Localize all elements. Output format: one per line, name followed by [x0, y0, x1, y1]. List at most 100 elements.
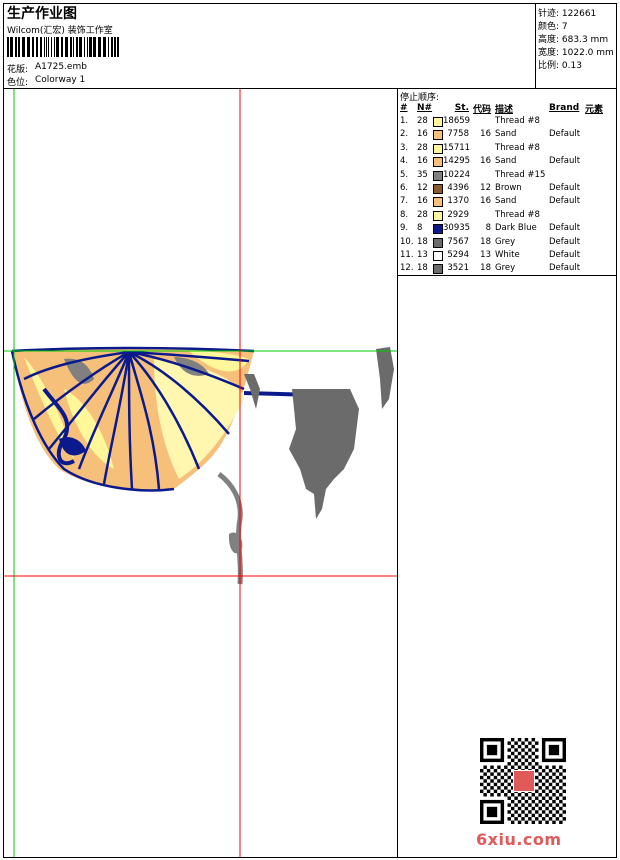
thread-table-header: # N# St. 代码 描述 Brand 元素: [400, 101, 614, 115]
row-brand: Default: [549, 223, 581, 234]
row-desc: Sand: [495, 129, 517, 140]
row-index: 11.: [400, 250, 414, 261]
stat-scale: 比例: 0.13: [538, 61, 582, 71]
barcode: [7, 37, 119, 57]
row-index: 5.: [400, 169, 409, 180]
row-index: 9.: [400, 223, 409, 234]
row-code: 8: [485, 223, 491, 234]
row-index: 4.: [400, 156, 409, 167]
thread-color-swatch: [433, 170, 443, 181]
row-stitches: 3521: [433, 262, 473, 275]
thread-row: 4. 16 14295 16 Sand Default: [400, 155, 614, 168]
row-stitches: 5294: [433, 249, 473, 262]
row-element: [585, 262, 614, 275]
row-stitch-count: 15711: [443, 142, 471, 153]
row-desc: White: [495, 250, 520, 261]
row-element: [585, 249, 614, 262]
row-index: 8.: [400, 209, 409, 220]
row-brand: Default: [549, 263, 581, 274]
colorway-label: 色位:: [7, 78, 29, 88]
thread-color-swatch: [433, 237, 443, 248]
thread-color-swatch: [433, 197, 443, 208]
thread-row: 9. 8 30935 8 Dark Blue Default: [400, 222, 614, 235]
thread-row: 5. 35 10224 Thread #15: [400, 169, 614, 182]
thread-row: 3. 28 15711 Thread #8: [400, 142, 614, 155]
row-element: [585, 209, 614, 222]
watermark-logo: 6xiu.com: [476, 830, 562, 849]
thread-row: 7. 16 1370 16 Sand Default: [400, 195, 614, 208]
thread-row: 11. 13 5294 13 White Default: [400, 249, 614, 262]
row-needle: 13: [417, 250, 428, 261]
row-needle: 16: [417, 156, 428, 167]
row-code: 13: [480, 250, 491, 261]
row-element: [585, 155, 614, 168]
row-desc: Thread #15: [495, 169, 546, 180]
row-brand: Default: [549, 196, 581, 207]
thread-color-swatch: [433, 184, 443, 195]
row-index: 6.: [400, 183, 409, 194]
row-code: [473, 169, 495, 182]
embroidery-artwork: [10, 346, 394, 585]
row-stitches: 7567: [433, 236, 473, 249]
thread-color-swatch: [433, 264, 443, 275]
thread-row: 1. 28 18659 Thread #8: [400, 115, 614, 128]
col-needle: N#: [417, 103, 433, 113]
col-index: #: [400, 103, 408, 113]
row-code: [473, 142, 495, 155]
row-stitch-count: 2929: [447, 209, 469, 220]
row-stitch-count: 5294: [447, 250, 469, 261]
row-stitches: 18659: [433, 115, 473, 128]
row-desc: Grey: [495, 263, 516, 274]
row-needle: 18: [417, 236, 428, 247]
row-element: [585, 182, 614, 195]
stat-width: 宽度: 1022.0 mm: [538, 48, 614, 58]
row-index: 2.: [400, 129, 409, 140]
divider-vertical: [397, 88, 398, 858]
row-needle: 28: [417, 142, 428, 153]
colorway-value: Colorway 1: [35, 75, 86, 85]
thread-color-swatch: [433, 117, 443, 127]
row-element: [585, 236, 614, 249]
thread-row: 2. 16 7758 16 Sand Default: [400, 128, 614, 141]
row-stitch-count: 4396: [447, 183, 469, 194]
company-name: Wilcom(汇宏) 装饰工作室: [7, 26, 113, 36]
qr-logo-stamp: [513, 770, 535, 792]
row-code: 12: [480, 183, 491, 194]
row-code: 16: [480, 156, 491, 167]
row-stitches: 30935: [433, 222, 473, 235]
row-stitches: 7758: [433, 128, 473, 141]
design-value: A1725.emb: [35, 62, 87, 72]
row-brand: Default: [549, 129, 581, 140]
row-index: 7.: [400, 196, 409, 207]
row-needle: 28: [417, 116, 428, 126]
row-needle: 16: [417, 129, 428, 140]
row-element: [585, 115, 614, 128]
thread-color-swatch: [433, 251, 443, 262]
row-stitch-count: 10224: [443, 169, 471, 180]
row-brand: Default: [549, 183, 581, 194]
row-stitches: 14295: [433, 155, 473, 168]
row-needle: 18: [417, 263, 428, 274]
row-element: [585, 142, 614, 155]
row-desc: Thread #8: [495, 116, 540, 126]
row-stitch-count: 30935: [443, 223, 471, 234]
stat-height: 高度: 683.3 mm: [538, 35, 609, 45]
thread-color-swatch: [433, 130, 443, 141]
row-code: [473, 115, 495, 128]
row-stitches: 2929: [433, 209, 473, 222]
row-stitch-count: 3521: [447, 263, 469, 274]
thread-row: 10. 18 7567 18 Grey Default: [400, 236, 614, 249]
row-desc: Thread #8: [495, 142, 540, 153]
page-title: 生产作业图: [7, 6, 77, 22]
row-brand: Default: [549, 250, 581, 261]
thread-table: # N# St. 代码 描述 Brand 元素 1. 28 18659 Thread …: [400, 101, 614, 276]
row-needle: 12: [417, 183, 428, 194]
row-index: 1.: [400, 116, 409, 126]
row-brand: [549, 209, 585, 222]
row-stitches: 4396: [433, 182, 473, 195]
row-desc: Sand: [495, 156, 517, 167]
row-element: [585, 195, 614, 208]
row-index: 12.: [400, 263, 414, 274]
col-desc: 描述: [495, 104, 514, 115]
row-index: 3.: [400, 142, 409, 153]
